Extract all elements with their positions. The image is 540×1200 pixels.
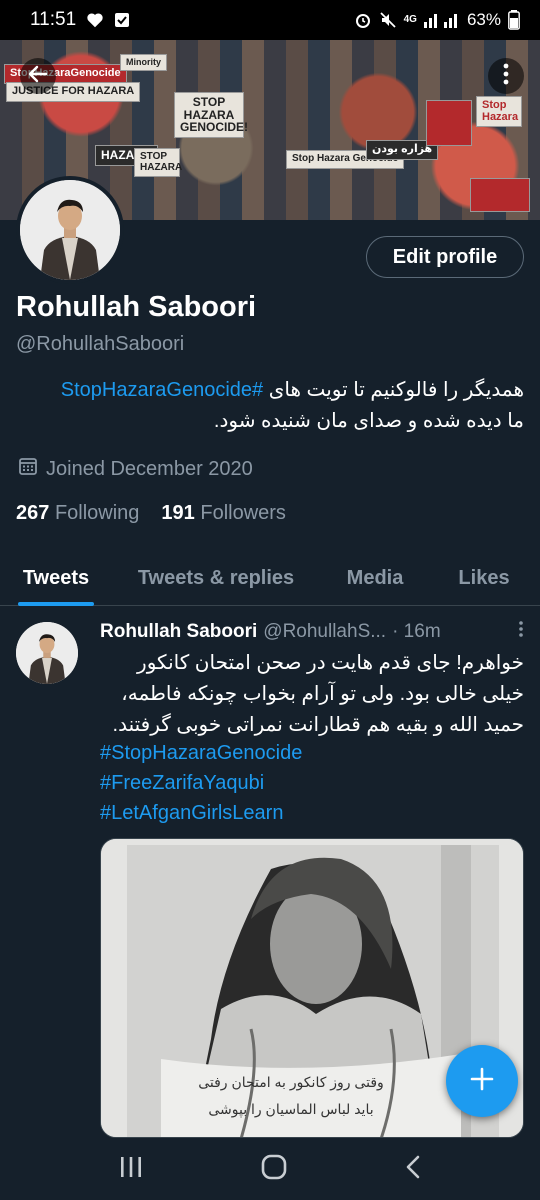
network-type: 4G <box>403 14 417 25</box>
tweet-author-name[interactable]: Rohullah Saboori <box>100 621 257 643</box>
media-caption: باید لباس الماسیان را بپوشی <box>208 1101 374 1117</box>
signal-icon <box>423 12 460 28</box>
profile-name: Rohullah Saboori <box>16 291 257 323</box>
check-square-icon <box>114 12 130 28</box>
tweet-more-button[interactable] <box>518 620 524 644</box>
tweet-line: خیلی خالی بود. ولی تو آرام بخواب چونکه ف… <box>121 683 524 705</box>
banner-sign: Stop Hazara <box>476 96 522 128</box>
profile-tabs: Tweets Tweets & replies Media Likes <box>0 552 540 606</box>
back-button[interactable] <box>20 58 56 94</box>
tab-tweets[interactable]: Tweets <box>18 552 94 606</box>
hashtag-link[interactable]: #LetAfganGirlsLearn <box>100 798 524 828</box>
bio-text-1: همدیگر را فالوکنیم تا تویت های <box>268 379 524 401</box>
edit-profile-button[interactable]: Edit profile <box>366 236 524 278</box>
battery-percent: 63% <box>466 10 501 29</box>
tweet-line: خواهرم! جای قدم هایت در صحن امتحان کانکو… <box>137 652 524 674</box>
banner-sign-hand <box>470 178 530 212</box>
battery-icon <box>508 10 520 30</box>
followers-count: 191 <box>161 502 195 524</box>
tweet-header: Rohullah Saboori @RohullahS... · 16m <box>100 620 524 644</box>
calendar-icon <box>18 456 38 482</box>
mute-icon <box>379 11 397 29</box>
back-arrow-icon <box>26 62 50 91</box>
home-circle-icon[interactable] <box>261 1154 287 1185</box>
profile-handle: @RohullahSaboori <box>16 333 185 355</box>
alarm-icon <box>354 11 372 29</box>
following-count: 267 <box>16 502 50 524</box>
profile-bio: همدیگر را فالوکنیم تا تویت های #StopHaza… <box>16 375 524 437</box>
more-options-button[interactable] <box>488 58 524 94</box>
bio-line-1: همدیگر را فالوکنیم تا تویت های #StopHaza… <box>16 375 524 406</box>
tab-likes[interactable]: Likes <box>456 552 512 605</box>
tweet-text: خواهرم! جای قدم هایت در صحن امتحان کانکو… <box>100 648 524 741</box>
banner-sign: STOP HAZARA <box>134 148 182 177</box>
following-label: Following <box>54 502 140 524</box>
more-vertical-icon <box>518 621 524 643</box>
status-time: 11:51 <box>30 9 77 30</box>
follow-stats: 267 Following 191 Followers <box>16 502 286 525</box>
plus-icon <box>469 1066 495 1097</box>
tab-media[interactable]: Media <box>342 552 408 605</box>
banner-sign: Minority <box>120 54 167 72</box>
bio-hashtag-link[interactable]: #StopHazaraGenocide <box>61 379 263 401</box>
media-caption: وقتی روز کانکور به امتحان رفتی <box>198 1074 384 1090</box>
recents-icon[interactable] <box>119 1156 143 1183</box>
banner-sign: STOP HAZARA GENOCIDE! <box>174 92 248 138</box>
joined-text: Joined December 2020 <box>46 457 253 480</box>
tab-tweets-replies[interactable]: Tweets & replies <box>128 552 304 605</box>
compose-tweet-button[interactable] <box>446 1045 518 1117</box>
status-bar: 11:51 4G 63% <box>0 0 540 40</box>
tweet-line: حمید الله و بقیه هم قطارانت نمراتی خوبی … <box>112 714 524 736</box>
following-link[interactable]: 267 Following <box>16 502 139 525</box>
banner-sign-hand <box>426 100 472 146</box>
profile-avatar[interactable] <box>16 176 124 284</box>
back-chevron-icon[interactable] <box>405 1155 421 1184</box>
tweet-hashtags: #StopHazaraGenocide #FreeZarifaYaqubi #L… <box>100 738 524 828</box>
bio-text-2: ما دیده شده و صدای مان شنیده شود. <box>213 410 524 432</box>
tweet-author-handle: @RohullahS... <box>263 621 387 642</box>
system-nav-bar <box>0 1138 540 1200</box>
tweet-time: · 16m <box>392 621 441 642</box>
followers-link[interactable]: 191 Followers <box>161 502 286 525</box>
hashtag-link[interactable]: #FreeZarifaYaqubi <box>100 768 524 798</box>
tweet-avatar[interactable] <box>16 622 78 684</box>
hashtag-link[interactable]: #StopHazaraGenocide <box>100 738 524 768</box>
joined-date: Joined December 2020 <box>18 456 253 482</box>
heart-icon <box>86 12 104 28</box>
followers-label: Followers <box>200 502 286 524</box>
more-vertical-icon <box>503 63 509 90</box>
